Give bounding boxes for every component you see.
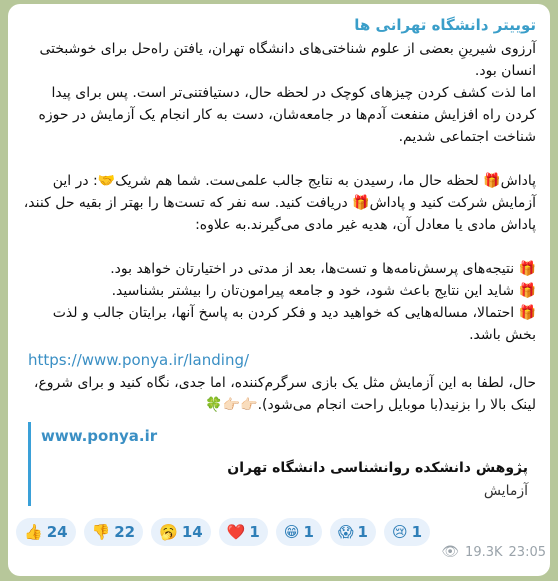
thumbs-down-icon: 👎 xyxy=(91,523,111,541)
closing-paragraph: حال، لطفا به این آزمایش مثل یک بازی سرگر… xyxy=(33,375,536,413)
red-heart-icon: ❤️ xyxy=(226,523,246,541)
bullet-1: 🎁 نتیجه‌های پرسش‌نامه‌ها و تست‌ها، بعد ا… xyxy=(110,261,536,277)
reward-paragraph: پاداش🎁 لحظه حال ما، رسیدن به نتایج جالب … xyxy=(23,173,536,233)
reaction-count: 14 xyxy=(181,523,203,541)
reaction-heart[interactable]: ❤️ 1 xyxy=(218,518,268,546)
timestamp: 23:05 xyxy=(508,544,546,560)
reaction-count: 1 xyxy=(411,523,423,541)
bullet-3: 🎁 احتمالا، مساله‌هایی که خواهید دید و فک… xyxy=(52,305,536,343)
message-paragraph-1: آرزوی شیرینِ بعضی از علوم شناختی‌های دان… xyxy=(39,41,536,79)
message-text: آرزوی شیرینِ بعضی از علوم شناختی‌های دان… xyxy=(22,38,536,346)
reaction-thumbs-down[interactable]: 👎 22 xyxy=(83,518,144,546)
message-meta: 👁 19.3K 23:05 xyxy=(441,544,546,560)
reaction-thumbs-up[interactable]: 👍 24 xyxy=(16,518,76,546)
eye-icon: 👁 xyxy=(441,544,460,560)
link-preview[interactable]: www.ponya.ir پژوهش دانشکده روانشناسی دان… xyxy=(28,422,536,506)
channel-name[interactable]: توییتر دانشگاه تهرانی ها xyxy=(22,14,536,36)
preview-site[interactable]: www.ponya.ir xyxy=(41,424,528,448)
screaming-face-icon: 😱 xyxy=(337,523,354,541)
grinning-face-icon: 😁 xyxy=(283,523,300,541)
view-count: 19.3K xyxy=(465,544,503,560)
reaction-count: 1 xyxy=(303,523,314,541)
preview-title: پژوهش دانشکده روانشناسی دانشگاه تهران xyxy=(227,460,528,476)
yawning-face-icon: 🥱 xyxy=(159,523,178,541)
crying-face-icon: 😢 xyxy=(391,523,408,541)
landing-link[interactable]: https://www.ponya.ir/landing/ xyxy=(22,348,536,372)
reaction-scream[interactable]: 😱 1 xyxy=(329,518,376,546)
message-paragraph-2: اما لذت کشف کردن چیزهای کوچک در لحظه حال… xyxy=(38,85,536,145)
reaction-cry[interactable]: 😢 1 xyxy=(383,518,431,546)
reaction-grin[interactable]: 😁 1 xyxy=(275,518,322,546)
reactions-bar: 👍 24 👎 22 🥱 14 ❤️ 1 😁 1 😱 1 😢 1 xyxy=(16,518,438,546)
preview-description: آزمایش xyxy=(483,483,528,499)
reaction-yawning[interactable]: 🥱 14 xyxy=(151,518,211,546)
reaction-count: 22 xyxy=(114,523,136,541)
reaction-count: 1 xyxy=(249,523,260,541)
message-bubble: توییتر دانشگاه تهرانی ها آرزوی شیرینِ بع… xyxy=(8,4,550,576)
reaction-count: 24 xyxy=(46,523,68,541)
thumbs-up-icon: 👍 xyxy=(24,523,43,541)
reaction-count: 1 xyxy=(357,523,368,541)
bullet-2: 🎁 شاید این نتایج باعث شود، خود و جامعه پ… xyxy=(111,283,536,299)
